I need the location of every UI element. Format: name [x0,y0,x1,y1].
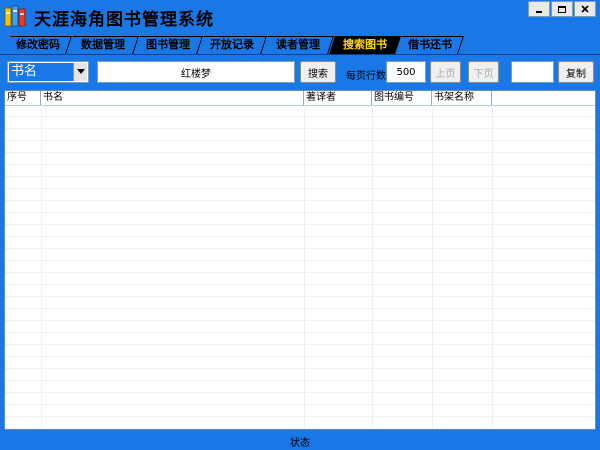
prev-page-button[interactable]: 上页 [430,61,461,83]
column-header-title[interactable]: 书名 [41,91,304,105]
tab-search-books[interactable]: 搜索图书 [329,36,401,54]
tab-data-management[interactable]: 数据管理 [67,36,139,54]
rows-per-page-label: 每页行数 [346,71,386,82]
search-field-selected: 书名 [9,63,74,81]
tab-borrow-return[interactable]: 借书还书 [396,36,464,54]
close-icon [581,5,589,13]
copy-button[interactable]: 复制 [558,61,594,83]
restore-icon [558,6,566,13]
column-header-index[interactable]: 序号 [5,91,41,105]
tab-change-password[interactable]: 修改密码 [5,36,72,54]
column-divider [372,105,373,429]
close-button[interactable] [574,1,596,17]
rows-per-page-input[interactable] [386,61,426,83]
column-divider [492,105,493,429]
tab-bar: 修改密码 数据管理 图书管理 开放记录 读者管理 搜索图书 借书还书 [0,36,600,54]
search-input[interactable] [97,61,295,83]
next-page-button[interactable]: 下页 [468,61,499,83]
status-text: 状态 [290,438,310,449]
search-toolbar: 书名 搜索 每页行数 上页 下页 复制 [0,54,600,90]
copy-input[interactable] [511,61,554,83]
status-bar: 状态 [0,430,600,450]
books-icon [4,5,26,27]
tab-reader-management[interactable]: 读者管理 [262,36,334,54]
column-header-shelf-name[interactable]: 书架名称 [432,91,492,105]
tab-open-records[interactable]: 开放记录 [198,36,267,54]
column-divider [304,105,305,429]
window-controls [528,1,596,17]
chevron-down-icon [76,69,85,74]
title-bar: 天涯海角图书管理系统 [0,0,600,34]
search-field-select[interactable]: 书名 [7,61,89,83]
column-header-book-id[interactable]: 图书编号 [372,91,432,105]
restore-button[interactable] [551,1,573,17]
table-body [5,105,595,429]
search-button[interactable]: 搜索 [300,61,336,83]
column-header-author[interactable]: 著译者 [304,91,372,105]
app-title: 天涯海角图书管理系统 [34,10,214,30]
column-divider [432,105,433,429]
results-table[interactable]: 序号 书名 著译者 图书编号 书架名称 [4,90,596,430]
table-header: 序号 书名 著译者 图书编号 书架名称 [5,91,595,106]
tab-book-management[interactable]: 图书管理 [134,36,203,54]
minimize-icon [536,11,542,13]
minimize-button[interactable] [528,1,550,17]
dropdown-arrow-button[interactable] [73,63,87,81]
column-divider [41,105,42,429]
